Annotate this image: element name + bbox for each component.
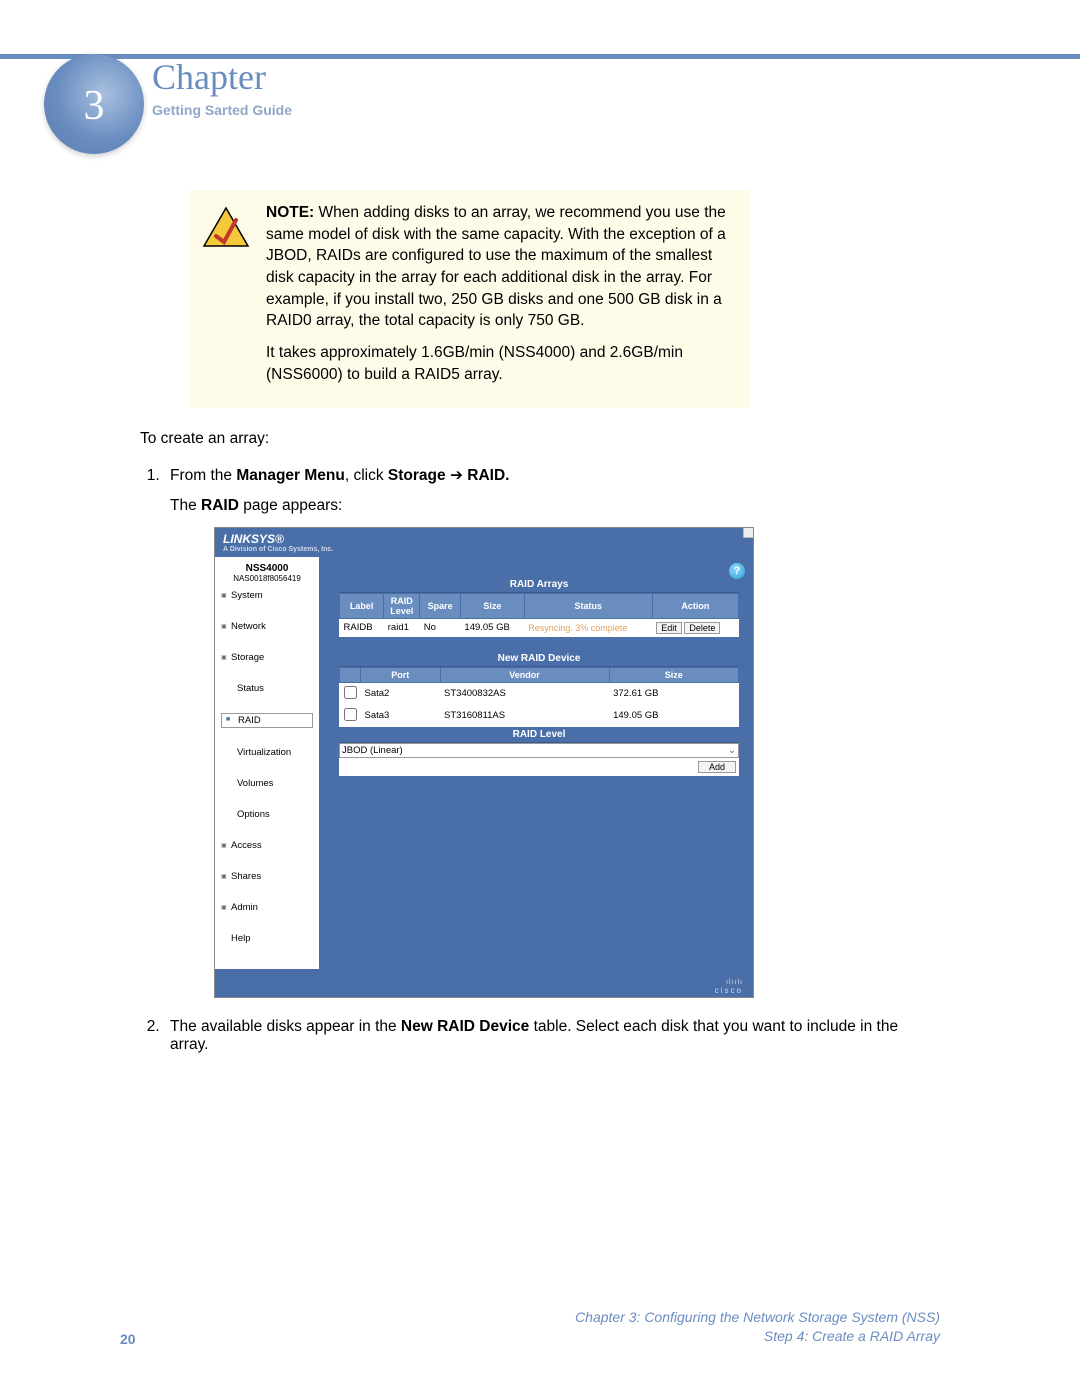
- note-text: NOTE: When adding disks to an array, we …: [266, 202, 734, 396]
- note-p1: When adding disks to an array, we recomm…: [266, 204, 726, 329]
- content-pane: ? RAID Arrays Label RAID Level Spare Siz…: [319, 557, 753, 969]
- step1-b: Manager Menu: [236, 467, 345, 484]
- add-button[interactable]: Add: [698, 761, 736, 773]
- th-label: Label: [340, 593, 384, 618]
- device-name: NSS4000: [221, 563, 313, 574]
- chapter-text: Chapter Getting Sarted Guide: [152, 30, 292, 118]
- brand-name: LINKSYS®: [223, 532, 284, 546]
- cell-vendor: ST3400832AS: [440, 682, 609, 705]
- th-action: Action: [652, 593, 738, 618]
- step1-e: RAID.: [467, 467, 509, 484]
- array-row: RAIDB raid1 No 149.05 GB Resyncing. 3% c…: [340, 618, 739, 637]
- nav-virtualization[interactable]: Virtualization: [221, 746, 313, 759]
- th-port: Port: [361, 667, 441, 682]
- note-box: NOTE: When adding disks to an array, we …: [190, 190, 750, 408]
- add-row: Add: [339, 758, 739, 776]
- step1-a: From the: [170, 467, 236, 484]
- brand-sub: A Division of Cisco Systems, Inc.: [223, 546, 745, 553]
- nav-options[interactable]: Options: [221, 808, 313, 821]
- th-status: Status: [524, 593, 652, 618]
- th-check: [340, 667, 361, 682]
- cell-dsize: 149.05 GB: [609, 705, 738, 727]
- step2-a: The available disks appear in the: [170, 1018, 401, 1035]
- step1-sub-c: page appears:: [239, 497, 342, 514]
- raid-screenshot: LINKSYS® A Division of Cisco Systems, In…: [214, 527, 754, 998]
- th-size2: Size: [609, 667, 738, 682]
- steps-list: From the Manager Menu, click Storage ➔ R…: [164, 466, 940, 1054]
- intro-text: To create an array:: [140, 430, 940, 448]
- footer-brand: cisco: [715, 986, 743, 995]
- step-1: From the Manager Menu, click Storage ➔ R…: [164, 466, 940, 998]
- chapter-badge: 3: [44, 30, 144, 150]
- th-size: Size: [460, 593, 524, 618]
- nav-admin[interactable]: Admin: [221, 901, 313, 914]
- note-label: NOTE:: [266, 204, 314, 221]
- chapter-header: 3 Chapter Getting Sarted Guide: [44, 30, 292, 150]
- note-p2: It takes approximately 1.6GB/min (NSS400…: [266, 342, 734, 385]
- guide-subtitle: Getting Sarted Guide: [152, 102, 292, 118]
- footer-text: Chapter 3: Configuring the Network Stora…: [575, 1308, 940, 1347]
- arrays-table: Label RAID Level Spare Size Status Actio…: [339, 593, 739, 637]
- step1-sub-a: The: [170, 497, 201, 514]
- warning-icon: [202, 206, 250, 250]
- footer-line2: Step 4: Create a RAID Array: [575, 1327, 940, 1347]
- edit-button[interactable]: Edit: [656, 622, 682, 634]
- cell-status: Resyncing. 3% complete: [524, 618, 652, 637]
- nav-menu: NSS4000 NAS0018f8056419 System Network S…: [215, 557, 319, 969]
- scroll-corner: [743, 528, 753, 538]
- page-number: 20: [120, 1331, 136, 1347]
- brand-bar: LINKSYS® A Division of Cisco Systems, In…: [215, 528, 753, 557]
- step1-c: , click: [345, 467, 388, 484]
- nav-network[interactable]: Network: [221, 620, 313, 633]
- step1-d: Storage: [388, 467, 446, 484]
- page-body: NOTE: When adding disks to an array, we …: [140, 190, 940, 1072]
- nav-help[interactable]: Help: [221, 932, 313, 945]
- cell-vendor: ST3160811AS: [440, 705, 609, 727]
- cell-label: RAIDB: [340, 618, 384, 637]
- nav-system[interactable]: System: [221, 589, 313, 602]
- nav-raid[interactable]: RAID: [221, 713, 313, 728]
- disk-row: Sata3 ST3160811AS 149.05 GB: [340, 705, 739, 727]
- step-2: The available disks appear in the New RA…: [164, 1018, 940, 1054]
- nav-storage[interactable]: Storage: [221, 651, 313, 664]
- cell-spare: No: [420, 618, 461, 637]
- th-spare: Spare: [420, 593, 461, 618]
- newdev-table: Port Vendor Size Sata2 ST3400832AS 372.6…: [339, 667, 739, 727]
- ss-body: NSS4000 NAS0018f8056419 System Network S…: [215, 557, 753, 969]
- arrow-icon: ➔: [450, 467, 463, 484]
- chapter-label: Chapter: [152, 56, 292, 98]
- disk-checkbox[interactable]: [344, 686, 357, 699]
- step2-b: New RAID Device: [401, 1018, 529, 1035]
- nav-status[interactable]: Status: [221, 682, 313, 695]
- ss-footer: ılıılı cisco: [215, 969, 753, 997]
- cell-port: Sata2: [361, 682, 441, 705]
- nav-volumes[interactable]: Volumes: [221, 777, 313, 790]
- cell-dsize: 372.61 GB: [609, 682, 738, 705]
- th-level: RAID Level: [384, 593, 420, 618]
- raid-level-title: RAID Level: [339, 727, 739, 743]
- chevron-down-icon: ⌄: [728, 745, 736, 756]
- cell-action: Edit Delete: [652, 618, 738, 637]
- disk-checkbox[interactable]: [344, 708, 357, 721]
- help-icon[interactable]: ?: [729, 563, 745, 579]
- cell-port: Sata3: [361, 705, 441, 727]
- page-footer: 20 Chapter 3: Configuring the Network St…: [120, 1308, 940, 1347]
- disk-row: Sata2 ST3400832AS 372.61 GB: [340, 682, 739, 705]
- arrays-title: RAID Arrays: [339, 577, 739, 593]
- raid-level-value: JBOD (Linear): [342, 745, 403, 756]
- step1-sub-b: RAID: [201, 497, 239, 514]
- cell-size: 149.05 GB: [460, 618, 524, 637]
- th-vendor: Vendor: [440, 667, 609, 682]
- raid-level-select[interactable]: JBOD (Linear) ⌄: [339, 743, 739, 758]
- footer-line1: Chapter 3: Configuring the Network Stora…: [575, 1308, 940, 1328]
- nav-shares[interactable]: Shares: [221, 870, 313, 883]
- newdev-title: New RAID Device: [339, 651, 739, 667]
- chapter-number: 3: [44, 82, 144, 130]
- delete-button[interactable]: Delete: [684, 622, 720, 634]
- cell-level: raid1: [384, 618, 420, 637]
- device-id: NAS0018f8056419: [221, 574, 313, 583]
- step1-sub: The RAID page appears:: [170, 497, 940, 515]
- nav-access[interactable]: Access: [221, 839, 313, 852]
